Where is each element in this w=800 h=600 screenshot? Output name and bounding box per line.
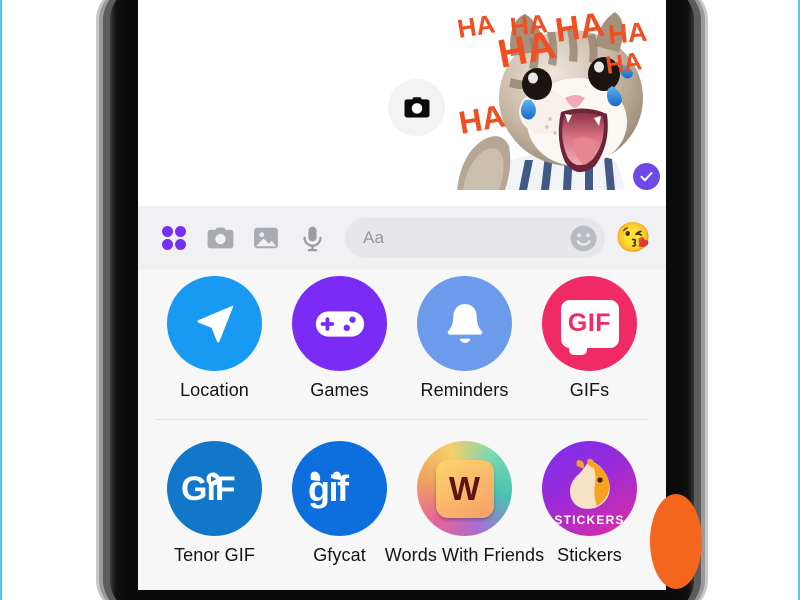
reminders-app-icon: [417, 276, 512, 371]
check-icon: [640, 172, 653, 182]
app-label-reminders: Reminders: [420, 380, 509, 400]
conversation-thread: HA HA HA HA HA HA HA: [138, 0, 666, 206]
stickers-app-icon: STICKERS: [542, 441, 637, 536]
app-label-stickers: Stickers: [557, 545, 622, 565]
gamepad-icon: [315, 310, 364, 337]
games-app-icon: [292, 276, 387, 371]
four-dot-grid-icon: [162, 226, 186, 250]
app-item-stickers[interactable]: STICKERS Stickers: [527, 441, 652, 566]
message-input-placeholder: Aa: [363, 228, 385, 247]
message-input-field[interactable]: Aa: [345, 218, 605, 258]
microphone-icon: [302, 226, 322, 251]
message-composer-toolbar: Aa 😘: [138, 206, 666, 270]
app-item-tenor-gif[interactable]: GiF Tenor GIF: [152, 441, 277, 566]
svg-text:HA: HA: [553, 5, 607, 49]
words-with-friends-app-icon: W: [417, 441, 512, 536]
app-row-secondary: GiF Tenor GIF gif Gfycat W Words With Fr…: [138, 441, 666, 566]
cat-sticker-message[interactable]: HA HA HA HA HA HA HA: [449, 0, 666, 190]
app-item-gifs[interactable]: GIF GIFs: [527, 276, 652, 401]
composer-voice-button[interactable]: [289, 212, 335, 264]
svg-text:HA: HA: [508, 8, 549, 42]
camera-shortcut-button[interactable]: [388, 79, 445, 136]
app-item-games[interactable]: Games: [277, 276, 402, 401]
app-row-primary: Location Games Reminders GIF GIFs: [138, 276, 666, 401]
smiley-face-icon: [570, 225, 597, 251]
svg-text:HA: HA: [607, 17, 648, 50]
tenor-gif-app-icon: GiF: [167, 441, 262, 536]
gfycat-gif-icon: gif: [308, 468, 351, 509]
app-label-gifs: GIFs: [569, 380, 610, 400]
bell-icon: [447, 303, 482, 343]
camera-icon: [404, 96, 429, 117]
svg-text:HA: HA: [604, 47, 644, 80]
composer-camera-button[interactable]: [197, 212, 243, 264]
svg-text:HA: HA: [455, 8, 497, 44]
message-sent-status-badge: [633, 163, 660, 190]
app-drawer: Location Games Reminders GIF GIFs GiF Te…: [138, 270, 666, 590]
app-label-tenor-gif: Tenor GIF: [174, 545, 255, 565]
app-item-words-with-friends[interactable]: W Words With Friends: [385, 441, 544, 566]
app-label-games: Games: [310, 380, 369, 400]
gifs-app-icon: GIF: [542, 276, 637, 371]
w-tile-icon: W: [435, 459, 494, 518]
phone-screen: HA HA HA HA HA HA HA Aa 😘 Location Games…: [138, 0, 666, 590]
app-label-words-with-friends: Words With Friends: [384, 545, 545, 565]
app-drawer-toggle-button[interactable]: [151, 212, 197, 264]
emoji-picker-button[interactable]: [568, 223, 599, 254]
app-item-location[interactable]: Location: [152, 276, 277, 401]
app-label-gfycat: Gfycat: [313, 545, 366, 565]
sticker-shortcut-button[interactable]: 😘: [613, 212, 653, 264]
kissing-heart-emoji-icon: 😘: [614, 221, 652, 254]
composer-photos-button[interactable]: [243, 212, 289, 264]
gfycat-app-icon: gif: [292, 441, 387, 536]
navigation-arrow-icon: [197, 304, 234, 343]
app-label-location: Location: [180, 380, 249, 400]
screenshot-root: HA HA HA HA HA HA HA Aa 😘 Location Games…: [0, 0, 800, 600]
laughing-cat-sticker-icon: HA HA HA HA HA HA HA: [455, 5, 648, 190]
photo-icon: [254, 227, 278, 249]
location-app-icon: [167, 276, 262, 371]
app-item-reminders[interactable]: Reminders: [402, 276, 527, 401]
tenor-gif-icon: GiF: [181, 470, 236, 508]
app-drawer-divider: [156, 419, 648, 420]
app-item-partial-offscreen[interactable]: [650, 494, 702, 589]
gif-bubble-icon: GIF: [560, 299, 619, 355]
app-item-gfycat[interactable]: gif Gfycat: [277, 441, 402, 566]
svg-text:HA: HA: [456, 97, 508, 140]
stickers-wordmark: STICKERS: [554, 513, 625, 527]
flame-mascot-icon: [569, 458, 610, 509]
camera-icon: [207, 227, 233, 248]
